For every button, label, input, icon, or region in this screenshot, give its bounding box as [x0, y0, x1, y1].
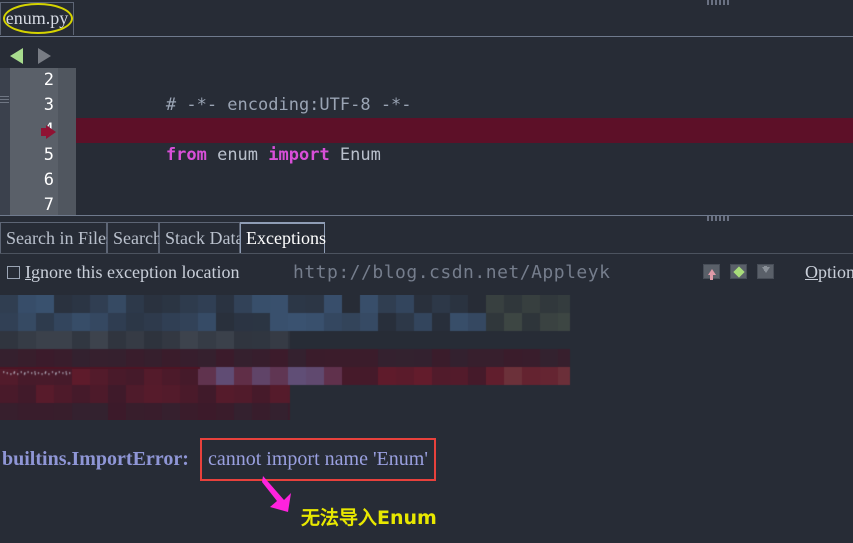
- tab-search[interactable]: Search: [107, 222, 162, 254]
- line-number: 5: [43, 145, 54, 165]
- code-line-2[interactable]: # -*- encoding:UTF-8 -*-: [76, 68, 853, 115]
- editor-tab-enum-py[interactable]: enum.py: [0, 2, 74, 35]
- options-link[interactable]: Options: [805, 260, 853, 285]
- diamond-icon[interactable]: [730, 264, 747, 279]
- ignore-exception-location-label[interactable]: Ignore this exception location: [25, 260, 239, 285]
- options-link-rest: ptions: [818, 262, 853, 282]
- triangle-left-icon[interactable]: [10, 48, 23, 64]
- annotation-gutter[interactable]: [58, 68, 76, 216]
- watermark-url: http://blog.csdn.net/Appleyk: [293, 262, 611, 283]
- diamond-glyph-wrap: [731, 265, 746, 278]
- code-editor-panel: enum.py 2 3 4 5 6 7 # -*- encoding:UTF-8…: [0, 0, 853, 216]
- code-text[interactable]: # -*- encoding:UTF-8 -*- from enum impor…: [76, 68, 853, 216]
- ruler-mark-icon: [0, 96, 9, 105]
- code-line-7[interactable]: [76, 193, 853, 216]
- arrow-down-icon[interactable]: [757, 264, 774, 279]
- editor-tab-strip: enum.py: [0, 0, 853, 36]
- code-line-5[interactable]: [76, 143, 853, 168]
- code-line-3[interactable]: [76, 93, 853, 118]
- code-area[interactable]: 2 3 4 5 6 7 # -*- encoding:UTF-8 -*- fro…: [0, 68, 853, 216]
- debug-console-panel: Search in Files Search Stack Data Except…: [0, 222, 853, 543]
- mosaic-blur-overlay: [0, 295, 853, 420]
- tab-stack-data[interactable]: Stack Data: [159, 222, 243, 254]
- panel-splitter-grip[interactable]: [707, 216, 729, 221]
- exception-type-label: builtins.ImportError:: [2, 448, 189, 470]
- triangle-right-icon[interactable]: [38, 48, 51, 64]
- censored-stack-trace-region[interactable]: [0, 295, 853, 420]
- debug-current-line-arrow-icon: [46, 125, 56, 139]
- tab-search-in-files[interactable]: Search in Files: [0, 222, 113, 254]
- code-line-4[interactable]: from enum import Enum: [76, 118, 853, 165]
- console-options-row: Ignore this exception location http://bl…: [0, 254, 853, 294]
- line-number: 2: [43, 70, 54, 90]
- ignore-label-rest: gnore this exception location: [31, 262, 240, 282]
- error-box-annotation: cannot import name 'Enum': [200, 438, 436, 481]
- exception-detail-text: cannot import name 'Enum': [208, 448, 428, 470]
- overview-ruler[interactable]: [0, 68, 10, 216]
- line-number: 3: [43, 95, 54, 115]
- arrow-down-glyph-wrap: [758, 265, 773, 278]
- exception-message-row: builtins.ImportError: cannot import name…: [0, 435, 853, 483]
- ignore-exception-location-checkbox[interactable]: [7, 266, 20, 279]
- annotation-caption: 无法导入Enum: [301, 507, 437, 529]
- line-number: 7: [43, 195, 54, 215]
- line-number: 6: [43, 170, 54, 190]
- arrow-up-glyph-wrap: [704, 265, 719, 280]
- tab-exceptions[interactable]: Exceptions: [240, 222, 326, 254]
- line-number-gutter: 2 3 4 5 6 7: [10, 68, 58, 216]
- mnemonic-letter: O: [805, 262, 818, 282]
- console-tab-strip: Search in Files Search Stack Data Except…: [0, 222, 853, 254]
- code-line-6[interactable]: [76, 168, 853, 193]
- arrow-up-icon[interactable]: [703, 264, 720, 280]
- editor-navigation-bar: [0, 36, 853, 68]
